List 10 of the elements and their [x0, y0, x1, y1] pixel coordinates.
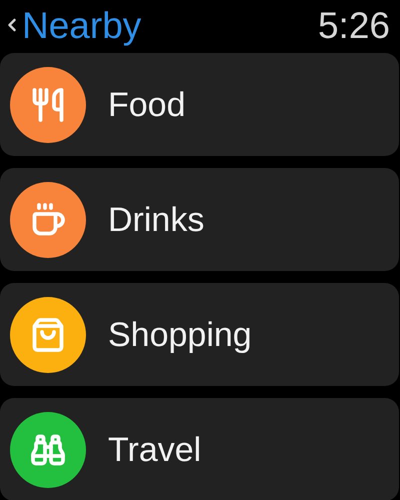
- category-row[interactable]: Drinks: [0, 168, 399, 271]
- category-row[interactable]: Food: [0, 53, 399, 156]
- binoculars-icon: [30, 432, 66, 468]
- cup-icon: [30, 202, 66, 238]
- clock-time: 5:26: [318, 6, 390, 44]
- fork-knife-icon: [30, 86, 66, 122]
- category-row[interactable]: Travel: [0, 398, 399, 500]
- category-row[interactable]: Shopping: [0, 283, 399, 386]
- bag-icon: [30, 316, 66, 352]
- back-button[interactable]: Nearby: [2, 6, 142, 44]
